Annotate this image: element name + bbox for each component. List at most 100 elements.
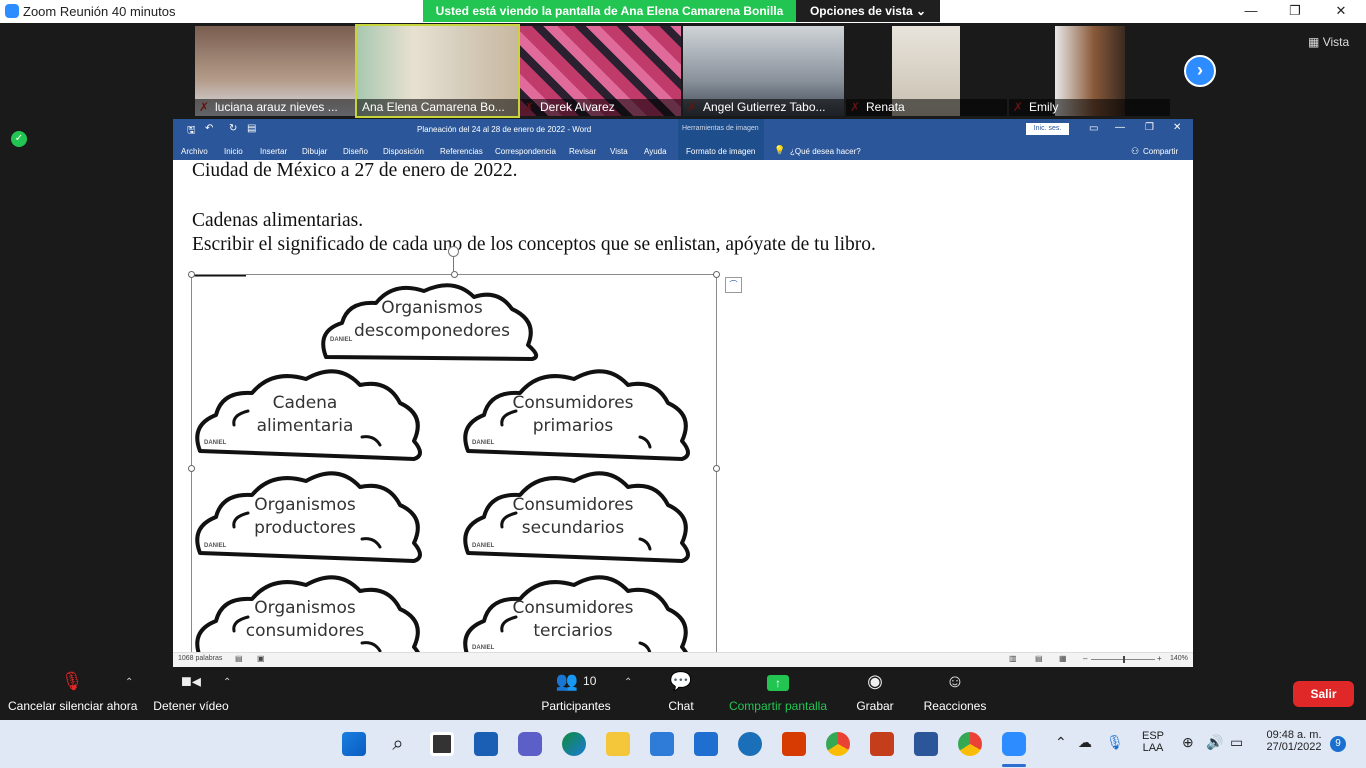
- security-shield-icon[interactable]: ✓: [11, 131, 27, 147]
- zoom-in-icon[interactable]: +: [1157, 654, 1162, 663]
- network-icon[interactable]: ⊕: [1182, 734, 1194, 751]
- chevron-up-icon[interactable]: ⌃: [624, 677, 632, 688]
- maximize-button[interactable]: ❐: [1272, 0, 1318, 23]
- teams-chat-icon[interactable]: [518, 732, 542, 756]
- resize-handle[interactable]: [713, 271, 720, 278]
- task-view-icon[interactable]: [430, 732, 454, 756]
- tab-referencias[interactable]: Referencias: [440, 147, 483, 156]
- participant-tile[interactable]: ✗ luciana arauz nieves ...: [195, 26, 355, 116]
- unmute-button[interactable]: 🎙 Cancelar silenciar ahora: [8, 667, 137, 713]
- widgets-icon[interactable]: [474, 732, 498, 756]
- volume-icon[interactable]: 🔊: [1206, 734, 1223, 751]
- cloud-label-line: consumidores: [245, 621, 365, 641]
- office-icon[interactable]: [782, 732, 806, 756]
- cloud-label-line: Organismos: [254, 598, 356, 618]
- battery-icon[interactable]: ▭: [1230, 734, 1243, 751]
- leave-meeting-button[interactable]: Salir: [1293, 681, 1354, 707]
- resize-handle[interactable]: [451, 271, 458, 278]
- notification-badge[interactable]: 9: [1330, 736, 1346, 752]
- layout-options-icon[interactable]: ⌒: [725, 277, 742, 293]
- sign-in-button[interactable]: Inic. ses.: [1026, 123, 1069, 135]
- share-doc-button[interactable]: Compartir: [1143, 147, 1178, 156]
- view-options-button[interactable]: Opciones de vista ⌄: [796, 0, 940, 22]
- chevron-up-icon[interactable]: ⌃: [223, 677, 231, 688]
- resize-handle[interactable]: [713, 465, 720, 472]
- powerpoint-icon[interactable]: [870, 732, 894, 756]
- file-explorer-icon[interactable]: [606, 732, 630, 756]
- ribbon-display-icon: ▭: [1089, 123, 1099, 134]
- word-count[interactable]: 1068 palabras: [178, 655, 222, 662]
- chevron-up-icon[interactable]: ⌃: [1055, 734, 1067, 751]
- participants-button[interactable]: 👥 10 Participantes: [540, 667, 612, 713]
- participant-tile[interactable]: ✗ Angel Gutierrez Tabo...: [683, 26, 844, 116]
- web-layout-icon[interactable]: ▦: [1059, 654, 1067, 663]
- microphone-icon[interactable]: 🎙: [1106, 734, 1124, 751]
- reactions-button[interactable]: ☺ Reacciones: [922, 667, 988, 713]
- view-button[interactable]: ▦ Vista: [1308, 35, 1349, 49]
- tab-revisar[interactable]: Revisar: [569, 147, 596, 156]
- watermark-logo: DANIEL: [204, 440, 227, 446]
- image-tools-group: Herramientas de imagen Formato de imagen: [678, 119, 764, 160]
- record-button[interactable]: ◉ Grabar: [852, 667, 898, 713]
- macro-icon[interactable]: ▣: [257, 654, 265, 663]
- video-camera-icon: ■◂: [181, 671, 201, 691]
- tab-dise-o[interactable]: Diseño: [343, 147, 368, 156]
- participant-tile[interactable]: ✗ Emily: [1009, 26, 1170, 116]
- read-mode-icon[interactable]: ▥: [1009, 654, 1017, 663]
- zoom-slider-thumb[interactable]: [1123, 656, 1125, 663]
- cloud-label-line: terciarios: [533, 621, 613, 641]
- image-tools-label: Herramientas de imagen: [682, 125, 759, 132]
- chrome-profile-icon[interactable]: [958, 732, 982, 756]
- tell-me-search[interactable]: ¿Qué desea hacer?: [790, 147, 861, 156]
- share-banner: Usted está viendo la pantalla de Ana Ele…: [423, 0, 796, 22]
- resize-handle[interactable]: [188, 465, 195, 472]
- participant-name: Emily: [1009, 99, 1170, 116]
- edge-browser-icon[interactable]: [562, 732, 586, 756]
- participant-tile[interactable]: ✗ Derek Alvarez: [520, 26, 681, 116]
- mail-icon[interactable]: [694, 732, 718, 756]
- tab-inicio[interactable]: Inicio: [224, 147, 243, 156]
- chat-button[interactable]: 💬 Chat: [660, 667, 702, 713]
- search-icon[interactable]: ⌕: [386, 732, 410, 756]
- zoom-app-icon[interactable]: [1002, 732, 1026, 756]
- zoom-level[interactable]: 140%: [1170, 655, 1188, 662]
- language-code: ESP: [1141, 730, 1164, 742]
- tab-vista[interactable]: Vista: [610, 147, 628, 156]
- word-close-icon: ✕: [1173, 122, 1182, 133]
- rotate-handle[interactable]: [448, 246, 459, 257]
- clock[interactable]: 09:48 a. m. 27/01/2022: [1256, 729, 1332, 753]
- cloud-label-line: Organismos: [381, 298, 483, 318]
- share-screen-button[interactable]: ↑ Compartir pantalla: [726, 667, 830, 713]
- tab-archivo[interactable]: Archivo: [181, 147, 208, 156]
- tab-format-image[interactable]: Formato de imagen: [686, 147, 755, 156]
- tab-dibujar[interactable]: Dibujar: [302, 147, 327, 156]
- word-icon[interactable]: [914, 732, 938, 756]
- concept-clouds-image[interactable]: Organismos descomponedores Cadena alimenta…: [191, 274, 717, 652]
- print-layout-icon[interactable]: ▤: [1035, 654, 1043, 663]
- chrome-icon[interactable]: [826, 732, 850, 756]
- document-page[interactable]: Ciudad de México a 27 de enero de 2022. …: [173, 160, 1193, 652]
- chevron-up-icon[interactable]: ⌃: [125, 677, 133, 688]
- window-title: Zoom Reunión 40 minutos: [23, 4, 176, 19]
- input-language[interactable]: ESP LAA: [1136, 730, 1170, 754]
- tab-ayuda[interactable]: Ayuda: [644, 147, 667, 156]
- meeting-toolbar: 🎙 Cancelar silenciar ahora ⌃ ■◂ Detener …: [0, 667, 1366, 720]
- resize-handle[interactable]: [188, 271, 195, 278]
- minimize-button[interactable]: —: [1228, 0, 1274, 23]
- tab-disposici-n[interactable]: Disposición: [383, 147, 424, 156]
- close-button[interactable]: ✕: [1318, 0, 1364, 23]
- cloud-label-line: alimentaria: [256, 416, 354, 436]
- next-participants-button[interactable]: ›: [1184, 55, 1216, 87]
- store-icon[interactable]: [650, 732, 674, 756]
- record-label: Grabar: [856, 699, 894, 713]
- tab-correspondencia[interactable]: Correspondencia: [495, 147, 556, 156]
- cloud-icon[interactable]: ☁: [1078, 734, 1092, 751]
- remote-app-icon[interactable]: [738, 732, 762, 756]
- start-icon[interactable]: [342, 732, 366, 756]
- stop-video-button[interactable]: ■◂ Detener vídeo: [150, 667, 232, 713]
- tab-insertar[interactable]: Insertar: [260, 147, 287, 156]
- proofing-icon[interactable]: ▤: [235, 654, 243, 663]
- participant-tile[interactable]: ✗ Renata: [846, 26, 1007, 116]
- participant-tile-active[interactable]: Ana Elena Camarena Bo...: [355, 24, 520, 118]
- zoom-out-icon[interactable]: –: [1083, 654, 1087, 663]
